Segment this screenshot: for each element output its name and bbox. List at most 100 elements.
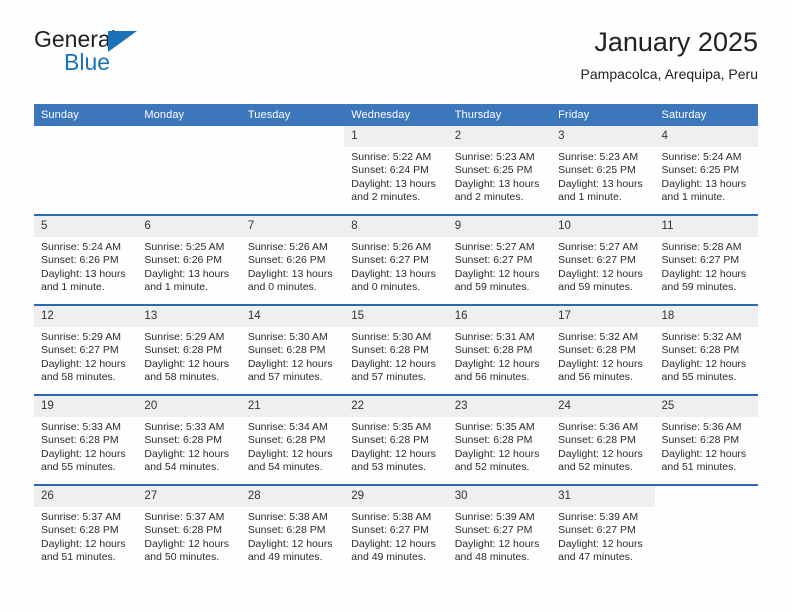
- daylight-text: Daylight: 12 hours and 56 minutes.: [558, 357, 643, 384]
- weekday-header-monday: Monday: [137, 104, 241, 126]
- sunrise-text: Sunrise: 5:39 AM: [558, 511, 639, 523]
- day-details: Sunrise: 5:27 AM Sunset: 6:27 PM Daylight:…: [448, 237, 551, 295]
- daylight-text: Daylight: 12 hours and 49 minutes.: [247, 537, 333, 564]
- calendar-day-cell[interactable]: 8 Sunrise: 5:26 AM Sunset: 6:27 PM Daylight…: [344, 216, 448, 304]
- sunset-text: Sunset: 6:28 PM: [247, 344, 326, 357]
- title-block: January 2025 Pampacolca, Arequipa, Peru: [581, 26, 758, 84]
- daylight-text: Daylight: 12 hours and 51 minutes.: [661, 447, 747, 474]
- calendar-day-cell[interactable]: 27 Sunrise: 5:37 AM Sunset: 6:28 PM Dayligh…: [137, 486, 241, 574]
- calendar-day-cell[interactable]: 16 Sunrise: 5:31 AM Sunset: 6:28 PM Dayligh…: [447, 306, 552, 394]
- day-number: [655, 486, 758, 507]
- calendar-day-cell[interactable]: 25 Sunrise: 5:36 AM Sunset: 6:28 PM Dayligh…: [654, 396, 758, 484]
- daylight-text: Daylight: 13 hours and 0 minutes.: [351, 267, 436, 294]
- calendar-day-cell[interactable]: 9 Sunrise: 5:27 AM Sunset: 6:27 PM Daylight…: [447, 216, 552, 304]
- calendar-day-cell[interactable]: 3 Sunrise: 5:23 AM Sunset: 6:25 PM Daylight…: [551, 126, 655, 214]
- day-number: 12: [34, 306, 138, 327]
- sunset-text: Sunset: 6:27 PM: [351, 254, 429, 267]
- day-number: 13: [137, 306, 241, 327]
- calendar-day-cell[interactable]: 15 Sunrise: 5:30 AM Sunset: 6:28 PM Dayligh…: [344, 306, 448, 394]
- calendar-day-cell-empty: [241, 126, 344, 214]
- calendar-day-cell[interactable]: 24 Sunrise: 5:36 AM Sunset: 6:28 PM Dayligh…: [551, 396, 655, 484]
- day-number: 6: [137, 216, 241, 237]
- sunrise-text: Sunrise: 5:28 AM: [661, 241, 742, 253]
- day-number: [137, 126, 240, 147]
- calendar-day-cell[interactable]: 23 Sunrise: 5:35 AM Sunset: 6:28 PM Dayligh…: [447, 396, 552, 484]
- daylight-text: Daylight: 12 hours and 58 minutes.: [41, 357, 126, 384]
- calendar-week-row: 5 Sunrise: 5:24 AM Sunset: 6:26 PM Daylight…: [34, 214, 758, 305]
- generalblue-logo: General Blue: [34, 26, 234, 84]
- sunset-text: Sunset: 6:28 PM: [247, 434, 326, 447]
- day-details: Sunrise: 5:24 AM Sunset: 6:25 PM Daylight:…: [655, 147, 758, 205]
- calendar-day-cell[interactable]: 6 Sunrise: 5:25 AM Sunset: 6:26 PM Daylight…: [137, 216, 241, 304]
- calendar-day-cell[interactable]: 1 Sunrise: 5:22 AM Sunset: 6:24 PM Daylight…: [344, 126, 448, 214]
- calendar-day-cell[interactable]: 31 Sunrise: 5:39 AM Sunset: 6:27 PM Dayligh…: [551, 486, 655, 574]
- calendar-day-cell[interactable]: 22 Sunrise: 5:35 AM Sunset: 6:28 PM Dayligh…: [344, 396, 448, 484]
- calendar-day-cell-empty: [655, 486, 758, 574]
- calendar-day-cell[interactable]: 18 Sunrise: 5:32 AM Sunset: 6:28 PM Dayligh…: [654, 306, 758, 394]
- day-details: Sunrise: 5:37 AM Sunset: 6:28 PM Daylight:…: [137, 507, 240, 565]
- calendar-day-cell[interactable]: 5 Sunrise: 5:24 AM Sunset: 6:26 PM Daylight…: [34, 216, 138, 304]
- day-number: 28: [240, 486, 345, 507]
- weekday-header-saturday: Saturday: [654, 104, 758, 126]
- calendar-day-cell[interactable]: 21 Sunrise: 5:34 AM Sunset: 6:28 PM Dayligh…: [240, 396, 345, 484]
- daylight-text: Daylight: 12 hours and 56 minutes.: [454, 357, 540, 384]
- sunrise-text: Sunrise: 5:27 AM: [454, 241, 535, 253]
- daylight-text: Daylight: 13 hours and 1 minute.: [144, 267, 230, 294]
- sunrise-text: Sunrise: 5:29 AM: [144, 331, 225, 343]
- calendar-day-cell[interactable]: 10 Sunrise: 5:27 AM Sunset: 6:27 PM Dayligh…: [551, 216, 655, 304]
- sunset-text: Sunset: 6:27 PM: [41, 344, 119, 357]
- calendar-day-cell[interactable]: 20 Sunrise: 5:33 AM Sunset: 6:28 PM Dayligh…: [137, 396, 241, 484]
- calendar-day-cell[interactable]: 2 Sunrise: 5:23 AM Sunset: 6:25 PM Daylight…: [447, 126, 552, 214]
- day-details: Sunrise: 5:38 AM Sunset: 6:27 PM Daylight:…: [344, 507, 447, 565]
- calendar-day-cell[interactable]: 14 Sunrise: 5:30 AM Sunset: 6:28 PM Dayligh…: [240, 306, 345, 394]
- day-number: 8: [344, 216, 448, 237]
- day-number: 17: [551, 306, 655, 327]
- calendar-day-cell[interactable]: 7 Sunrise: 5:26 AM Sunset: 6:26 PM Daylight…: [240, 216, 345, 304]
- sunrise-text: Sunrise: 5:36 AM: [558, 421, 639, 433]
- calendar-body: 1 Sunrise: 5:22 AM Sunset: 6:24 PM Daylight…: [34, 126, 758, 574]
- day-number: 27: [137, 486, 241, 507]
- daylight-text: Daylight: 13 hours and 2 minutes.: [454, 177, 540, 204]
- sunset-text: Sunset: 6:26 PM: [41, 254, 119, 267]
- sunset-text: Sunset: 6:28 PM: [247, 524, 326, 537]
- weekday-header-sunday: Sunday: [34, 104, 138, 126]
- daylight-text: Daylight: 12 hours and 49 minutes.: [351, 537, 436, 564]
- calendar-day-cell[interactable]: 13 Sunrise: 5:29 AM Sunset: 6:28 PM Dayligh…: [137, 306, 241, 394]
- calendar-day-cell[interactable]: 17 Sunrise: 5:32 AM Sunset: 6:28 PM Dayligh…: [551, 306, 655, 394]
- weekday-header-thursday: Thursday: [447, 104, 552, 126]
- daylight-text: Daylight: 13 hours and 0 minutes.: [247, 267, 333, 294]
- calendar-day-cell[interactable]: 30 Sunrise: 5:39 AM Sunset: 6:27 PM Dayligh…: [447, 486, 552, 574]
- day-details: Sunrise: 5:31 AM Sunset: 6:28 PM Daylight:…: [448, 327, 551, 385]
- calendar-day-cell[interactable]: 26 Sunrise: 5:37 AM Sunset: 6:28 PM Dayligh…: [34, 486, 138, 574]
- day-details: Sunrise: 5:34 AM Sunset: 6:28 PM Daylight:…: [241, 417, 344, 475]
- sunrise-text: Sunrise: 5:34 AM: [247, 421, 328, 433]
- day-details: Sunrise: 5:28 AM Sunset: 6:27 PM Daylight:…: [655, 237, 758, 295]
- daylight-text: Daylight: 12 hours and 59 minutes.: [454, 267, 540, 294]
- calendar-day-cell[interactable]: 12 Sunrise: 5:29 AM Sunset: 6:27 PM Dayligh…: [34, 306, 138, 394]
- calendar-week-row: 19 Sunrise: 5:33 AM Sunset: 6:28 PM Dayligh…: [34, 394, 758, 485]
- daylight-text: Daylight: 12 hours and 55 minutes.: [661, 357, 747, 384]
- sunset-text: Sunset: 6:28 PM: [144, 524, 223, 537]
- sunset-text: Sunset: 6:28 PM: [351, 344, 429, 357]
- daylight-text: Daylight: 13 hours and 1 minute.: [558, 177, 643, 204]
- calendar-day-cell[interactable]: 29 Sunrise: 5:38 AM Sunset: 6:27 PM Dayligh…: [344, 486, 448, 574]
- daylight-text: Daylight: 12 hours and 54 minutes.: [144, 447, 230, 474]
- sunset-text: Sunset: 6:28 PM: [454, 344, 533, 357]
- sunset-text: Sunset: 6:27 PM: [454, 524, 533, 537]
- calendar-day-cell[interactable]: 4 Sunrise: 5:24 AM Sunset: 6:25 PM Daylight…: [654, 126, 758, 214]
- logo-text-blue: Blue: [64, 49, 111, 75]
- sunset-text: Sunset: 6:25 PM: [661, 164, 740, 177]
- day-number: [241, 126, 344, 147]
- daylight-text: Daylight: 12 hours and 59 minutes.: [661, 267, 747, 294]
- page-subtitle: Pampacolca, Arequipa, Peru: [580, 66, 758, 82]
- day-number: 1: [344, 126, 448, 147]
- day-details: Sunrise: 5:37 AM Sunset: 6:28 PM Daylight:…: [34, 507, 137, 565]
- calendar-day-cell[interactable]: 28 Sunrise: 5:38 AM Sunset: 6:28 PM Dayligh…: [240, 486, 345, 574]
- daylight-text: Daylight: 13 hours and 2 minutes.: [351, 177, 436, 204]
- calendar-week-row: 1 Sunrise: 5:22 AM Sunset: 6:24 PM Daylight…: [34, 126, 758, 215]
- calendar-day-cell[interactable]: 11 Sunrise: 5:28 AM Sunset: 6:27 PM Dayligh…: [654, 216, 758, 304]
- day-number: 7: [240, 216, 345, 237]
- logo-triangle-icon: [108, 31, 137, 52]
- calendar-day-cell[interactable]: 19 Sunrise: 5:33 AM Sunset: 6:28 PM Dayligh…: [34, 396, 138, 484]
- weekday-header-wednesday: Wednesday: [344, 104, 448, 126]
